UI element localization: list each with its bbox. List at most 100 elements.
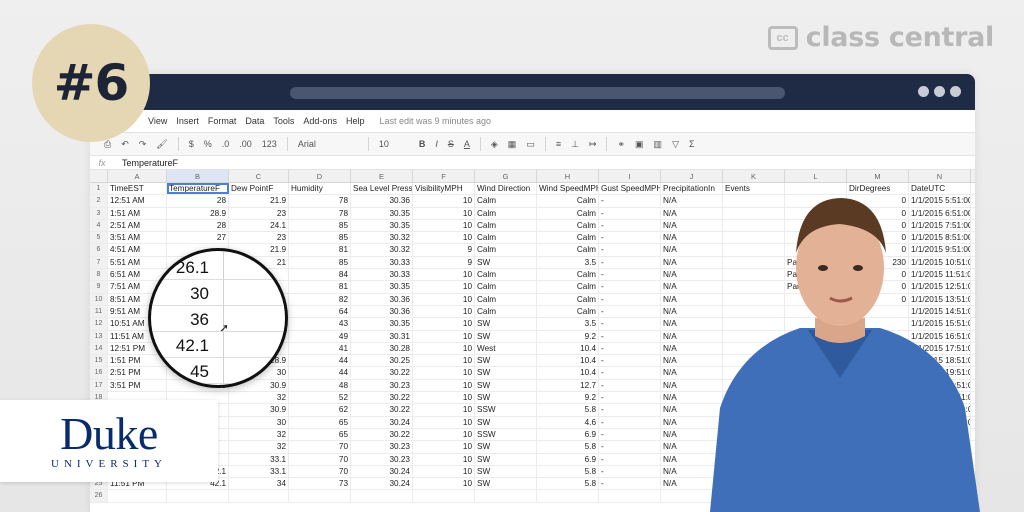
table-cell[interactable]: 30.25 bbox=[351, 355, 413, 367]
percent-button[interactable]: % bbox=[204, 139, 212, 149]
table-cell[interactable]: - bbox=[599, 453, 661, 465]
strikethrough-button[interactable]: S bbox=[448, 139, 454, 149]
table-cell[interactable]: 30.32 bbox=[351, 244, 413, 256]
table-cell[interactable]: 10 bbox=[413, 404, 475, 416]
table-cell[interactable]: - bbox=[599, 207, 661, 219]
table-cell[interactable]: Calm bbox=[537, 244, 599, 256]
row-number[interactable]: 4 bbox=[90, 219, 108, 232]
table-cell[interactable]: 30.22 bbox=[351, 367, 413, 379]
table-cell[interactable] bbox=[108, 490, 167, 502]
table-cell[interactable]: 10 bbox=[413, 219, 475, 232]
text-color-button[interactable]: A bbox=[464, 139, 470, 149]
table-cell[interactable]: 10 bbox=[413, 281, 475, 293]
table-cell[interactable]: 6.9 bbox=[537, 428, 599, 441]
table-cell[interactable]: 33.1 bbox=[229, 453, 289, 465]
table-cell[interactable]: - bbox=[599, 293, 661, 305]
table-cell[interactable]: 9 bbox=[413, 256, 475, 269]
table-cell[interactable]: 2:51 AM bbox=[108, 219, 167, 232]
table-cell[interactable]: - bbox=[599, 281, 661, 293]
wrap-icon[interactable]: ↦ bbox=[589, 139, 597, 150]
link-icon[interactable]: ⚭ bbox=[617, 139, 625, 150]
table-cell[interactable]: 21.9 bbox=[229, 195, 289, 207]
table-cell[interactable]: 85 bbox=[289, 256, 351, 269]
table-cell[interactable]: 10 bbox=[413, 441, 475, 453]
menu-item[interactable]: Tools bbox=[273, 116, 294, 126]
table-cell[interactable] bbox=[413, 490, 475, 502]
address-bar[interactable] bbox=[290, 87, 785, 99]
currency-icon[interactable]: $ bbox=[189, 139, 194, 149]
menu-item[interactable]: Add-ons bbox=[303, 116, 337, 126]
table-cell[interactable]: Humidity bbox=[289, 183, 351, 195]
table-cell[interactable]: 9.2 bbox=[537, 330, 599, 342]
table-cell[interactable]: 12.7 bbox=[537, 379, 599, 392]
font-size-select[interactable]: 10 bbox=[379, 139, 409, 149]
table-cell[interactable]: Gust SpeedMPH bbox=[599, 183, 661, 195]
table-cell[interactable]: 10.4 bbox=[537, 355, 599, 367]
table-cell[interactable]: 73 bbox=[289, 478, 351, 490]
table-cell[interactable]: 32 bbox=[229, 392, 289, 404]
table-cell[interactable]: - bbox=[599, 244, 661, 256]
table-cell[interactable]: 30.24 bbox=[351, 465, 413, 478]
table-cell[interactable]: 81 bbox=[289, 281, 351, 293]
table-cell[interactable]: Calm bbox=[475, 219, 537, 232]
table-cell[interactable]: Calm bbox=[475, 281, 537, 293]
table-cell[interactable]: Calm bbox=[475, 232, 537, 244]
table-cell[interactable]: - bbox=[599, 416, 661, 428]
table-cell[interactable]: 65 bbox=[289, 416, 351, 428]
borders-icon[interactable]: ▦ bbox=[508, 139, 517, 150]
table-cell[interactable]: 30.23 bbox=[351, 453, 413, 465]
select-all-corner[interactable] bbox=[90, 170, 108, 182]
column-header[interactable]: B bbox=[167, 170, 229, 182]
table-cell[interactable]: Wind Direction bbox=[475, 183, 537, 195]
table-cell[interactable]: - bbox=[599, 195, 661, 207]
chart-icon[interactable]: ▥ bbox=[654, 139, 663, 150]
table-cell[interactable] bbox=[475, 490, 537, 502]
table-cell[interactable]: - bbox=[599, 404, 661, 416]
paint-format-icon[interactable]: 🖌 bbox=[156, 139, 167, 150]
table-cell[interactable]: 10.4 bbox=[537, 367, 599, 379]
table-cell[interactable]: 10 bbox=[413, 232, 475, 244]
row-number[interactable]: 1 bbox=[90, 183, 108, 195]
table-cell[interactable]: 30.35 bbox=[351, 318, 413, 330]
table-cell[interactable]: 85 bbox=[289, 232, 351, 244]
table-cell[interactable]: Calm bbox=[475, 293, 537, 305]
table-cell[interactable]: Calm bbox=[537, 281, 599, 293]
table-cell[interactable]: 30.33 bbox=[351, 256, 413, 269]
table-cell[interactable]: SW bbox=[475, 453, 537, 465]
row-number[interactable]: 26 bbox=[90, 490, 108, 502]
dot-icon[interactable] bbox=[918, 86, 929, 97]
table-cell[interactable]: 30.23 bbox=[351, 441, 413, 453]
table-cell[interactable]: 10 bbox=[413, 269, 475, 281]
table-cell[interactable]: 30.36 bbox=[351, 293, 413, 305]
undo-icon[interactable]: ↶ bbox=[121, 139, 129, 150]
table-cell[interactable]: 70 bbox=[289, 441, 351, 453]
table-cell[interactable]: 10 bbox=[413, 379, 475, 392]
table-cell[interactable]: 10 bbox=[413, 195, 475, 207]
font-select[interactable]: Arial bbox=[298, 139, 358, 149]
table-cell[interactable]: 43 bbox=[289, 318, 351, 330]
table-cell[interactable]: 30.32 bbox=[351, 232, 413, 244]
table-cell[interactable]: SSW bbox=[475, 428, 537, 441]
table-cell[interactable]: TimeEST bbox=[108, 183, 167, 195]
table-cell[interactable]: 5.8 bbox=[537, 404, 599, 416]
table-cell[interactable]: SW bbox=[475, 330, 537, 342]
table-cell[interactable]: Calm bbox=[537, 232, 599, 244]
table-cell[interactable]: 32 bbox=[229, 428, 289, 441]
table-cell[interactable]: 10 bbox=[413, 330, 475, 342]
filter-icon[interactable]: ▽ bbox=[672, 139, 679, 150]
table-cell[interactable]: 49 bbox=[289, 330, 351, 342]
row-number[interactable]: 2 bbox=[90, 195, 108, 207]
table-cell[interactable]: Calm bbox=[475, 305, 537, 318]
table-cell[interactable]: 1:51 AM bbox=[108, 207, 167, 219]
row-number[interactable]: 16 bbox=[90, 367, 108, 379]
comment-icon[interactable]: ▣ bbox=[635, 139, 644, 150]
table-cell[interactable]: 3.5 bbox=[537, 256, 599, 269]
row-number[interactable]: 13 bbox=[90, 330, 108, 342]
table-cell[interactable]: 28 bbox=[167, 219, 229, 232]
table-cell[interactable]: 10 bbox=[413, 428, 475, 441]
table-cell[interactable]: 5.8 bbox=[537, 478, 599, 490]
table-cell[interactable]: 24.1 bbox=[229, 219, 289, 232]
table-cell[interactable]: Calm bbox=[475, 269, 537, 281]
table-cell[interactable]: SW bbox=[475, 441, 537, 453]
row-number[interactable]: 12 bbox=[90, 318, 108, 330]
